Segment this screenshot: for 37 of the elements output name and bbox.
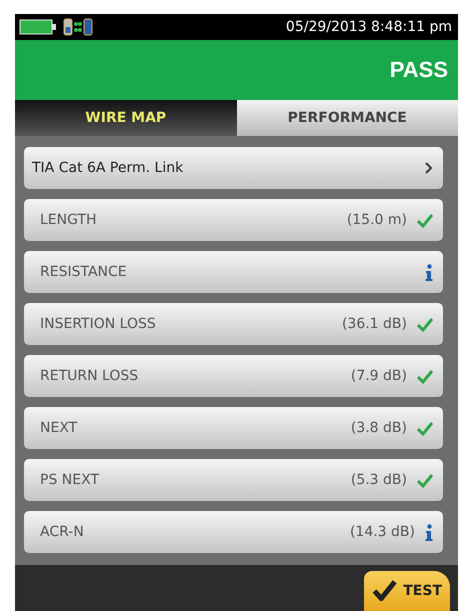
measurement-value: (3.8 dB) [350,420,407,436]
test-name: TIA Cat 6A Perm. Link [32,160,184,176]
test-name: LENGTH [40,212,97,228]
test-name: NEXT [40,420,78,436]
tab[interactable]: PERFORMANCE [236,100,458,136]
test-name: RETURN LOSS [40,368,138,384]
test-name: INSERTION LOSS [40,316,156,332]
check-icon [417,212,433,228]
measurement-value: (14.3 dB) [350,524,415,540]
check-icon [417,368,433,384]
check-icon [417,316,433,332]
result-row[interactable]: LENGTH (15.0 m) [24,199,443,241]
result-row[interactable]: PS NEXT (5.3 dB) [24,459,443,501]
battery-icon [19,19,57,35]
date-time: 05/29/2013 8:48:11 pm [286,19,452,35]
check-icon [417,420,433,436]
result-status: PASS [390,57,448,83]
measurement-value: (7.9 dB) [350,368,407,384]
result-row[interactable]: RESISTANCE [24,251,443,293]
connection-icon [63,18,93,36]
result-row[interactable]: INSERTION LOSS (36.1 dB) [24,303,443,345]
test-name: PS NEXT [40,472,99,488]
standard-selector[interactable]: TIA Cat 6A Perm. Link [24,147,443,189]
test-button[interactable]: TEST [364,571,450,611]
measurement-value: (5.3 dB) [350,472,407,488]
chevron-right-icon [424,161,433,175]
tab[interactable]: WIRE MAP [15,100,236,136]
measurement-value: (15.0 m) [346,212,407,228]
check-icon [417,472,433,488]
result-row[interactable]: RETURN LOSS (7.9 dB) [24,355,443,397]
measurement-value: (36.1 dB) [342,316,407,332]
test-name: ACR-N [40,524,84,540]
result-row[interactable]: ACR-N (14.3 dB) [24,511,443,553]
result-row[interactable]: NEXT (3.8 dB) [24,407,443,449]
test-name: RESISTANCE [40,264,127,280]
info-icon [425,264,433,280]
info-icon [425,524,433,540]
